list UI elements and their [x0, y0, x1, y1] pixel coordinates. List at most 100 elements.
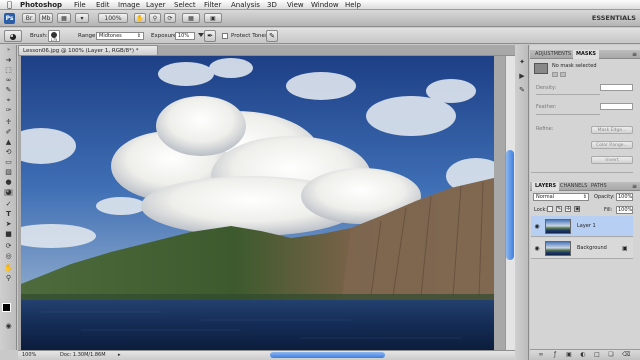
- screen-mode-button[interactable]: ▣: [204, 13, 222, 23]
- layer-row-layer-1[interactable]: ◉ Layer 1: [531, 216, 633, 237]
- tab-adjustments[interactable]: ADJUSTMENTS: [532, 50, 574, 59]
- opacity-input[interactable]: 100%: [616, 193, 633, 201]
- launch-bridge-button[interactable]: Br: [22, 13, 36, 23]
- zoom-tool-panel-icon[interactable]: ⚲: [4, 275, 13, 282]
- panel-menu-icon[interactable]: ≡: [632, 50, 637, 59]
- 3d-rotate-tool-icon[interactable]: ⟳: [4, 243, 13, 250]
- adjustment-layer-icon[interactable]: ◐: [580, 351, 586, 358]
- tab-layers[interactable]: LAYERS: [532, 182, 560, 191]
- pen-tool-icon[interactable]: ✓: [4, 201, 13, 208]
- brush-picker[interactable]: 175: [48, 30, 60, 42]
- blend-mode-select[interactable]: Normal ⇕: [533, 193, 589, 201]
- fill-input[interactable]: 100%: [616, 206, 633, 214]
- invert-button[interactable]: Invert: [591, 156, 633, 164]
- quick-mask-icon[interactable]: ◉: [4, 323, 13, 330]
- density-slider[interactable]: [536, 94, 600, 95]
- eraser-tool-icon[interactable]: ▭: [4, 159, 13, 166]
- blur-tool-icon[interactable]: ●: [4, 179, 13, 186]
- pixel-mask-icon[interactable]: [552, 72, 558, 77]
- lock-transparent-icon[interactable]: [547, 206, 553, 212]
- foreground-color-swatch[interactable]: [2, 303, 11, 312]
- visibility-eye-icon[interactable]: ◉: [533, 238, 541, 259]
- tab-masks[interactable]: MASKS: [573, 50, 599, 59]
- crop-tool-icon[interactable]: ⌖: [4, 97, 13, 104]
- type-tool-icon[interactable]: T: [4, 211, 13, 218]
- vector-mask-icon[interactable]: [560, 72, 566, 77]
- horizontal-scroll-thumb[interactable]: [270, 352, 385, 358]
- clone-stamp-tool-icon[interactable]: ▲: [4, 139, 13, 146]
- lock-position-icon[interactable]: ✛: [565, 206, 571, 212]
- protect-tones-checkbox[interactable]: [222, 33, 228, 39]
- eyedropper-tool-icon[interactable]: ✑: [4, 107, 13, 114]
- quick-selection-tool-icon[interactable]: ✎: [4, 87, 13, 94]
- feather-input[interactable]: [600, 103, 633, 110]
- feather-label: Feather:: [536, 104, 557, 110]
- dodge-tool-icon[interactable]: ◕: [4, 189, 13, 196]
- lock-image-icon[interactable]: ✎: [556, 206, 562, 212]
- rotate-view-icon[interactable]: ⟳: [164, 13, 176, 23]
- layers-panel-menu-icon[interactable]: ≡: [632, 182, 637, 191]
- lasso-tool-icon[interactable]: ∞: [4, 77, 13, 84]
- layer-row-background[interactable]: ◉ Background ▣: [531, 238, 633, 259]
- path-selection-tool-icon[interactable]: ➤: [4, 221, 13, 228]
- view-extras-button[interactable]: ▦: [57, 13, 71, 23]
- menu-app-name[interactable]: Photoshop: [20, 0, 62, 10]
- new-group-icon[interactable]: □: [594, 351, 600, 358]
- menu-window[interactable]: Window: [311, 0, 339, 10]
- brushes-panel-icon[interactable]: ✎: [518, 86, 526, 94]
- lock-all-icon[interactable]: ▣: [574, 206, 580, 212]
- zoom-tool-icon[interactable]: ⚲: [149, 13, 161, 23]
- menu-edit[interactable]: Edit: [96, 0, 110, 10]
- link-layers-icon[interactable]: ∞: [538, 351, 544, 358]
- add-mask-icon[interactable]: ▣: [566, 351, 572, 358]
- menu-select[interactable]: Select: [174, 0, 196, 10]
- status-menu-arrow-icon[interactable]: ▸: [118, 351, 121, 360]
- healing-brush-tool-icon[interactable]: ♰: [4, 119, 13, 126]
- move-tool-icon[interactable]: ➜: [4, 57, 13, 64]
- workspace-switcher[interactable]: ESSENTIALS: [592, 13, 636, 23]
- menu-help[interactable]: Help: [345, 0, 361, 10]
- mask-edge-button[interactable]: Mask Edge...: [591, 126, 633, 134]
- hand-tool-icon[interactable]: ✋: [134, 13, 146, 23]
- zoom-level-button[interactable]: ▾: [75, 13, 89, 23]
- airbrush-icon[interactable]: ✒: [204, 30, 216, 42]
- marquee-tool-icon[interactable]: ⬚: [4, 67, 13, 74]
- document-tab[interactable]: Lesson06.jpg @ 100% (Layer 1, RGB/8*) *: [18, 45, 158, 55]
- exposure-input[interactable]: 10%: [175, 32, 195, 40]
- gradient-tool-icon[interactable]: ▧: [4, 169, 13, 176]
- menu-layer[interactable]: Layer: [146, 0, 166, 10]
- zoom-level-select[interactable]: 100%: [98, 13, 128, 23]
- menu-file[interactable]: File: [74, 0, 86, 10]
- color-range-button[interactable]: Color Range...: [591, 141, 633, 149]
- menu-image[interactable]: Image: [118, 0, 140, 10]
- range-select[interactable]: Midtones ⇕: [96, 32, 144, 40]
- tab-channels[interactable]: CHANNELS: [557, 182, 590, 191]
- zoom-status[interactable]: 100%: [22, 351, 36, 360]
- history-panel-icon[interactable]: ✦: [518, 58, 526, 66]
- actions-panel-icon[interactable]: ▶: [518, 72, 526, 80]
- delete-layer-icon[interactable]: ⌫: [622, 351, 630, 358]
- shape-tool-icon[interactable]: ■: [4, 231, 13, 238]
- panel-collapse-icon[interactable]: »: [4, 47, 13, 54]
- launch-mini-bridge-button[interactable]: Mb: [39, 13, 53, 23]
- apple-menu-icon[interactable]: : [7, 0, 12, 10]
- menu-view[interactable]: View: [287, 0, 304, 10]
- history-brush-tool-icon[interactable]: ⟲: [4, 149, 13, 156]
- menu-filter[interactable]: Filter: [204, 0, 221, 10]
- feather-slider[interactable]: [536, 114, 600, 115]
- tablet-pressure-icon[interactable]: ✎: [266, 30, 278, 42]
- vertical-scroll-thumb[interactable]: [506, 150, 514, 260]
- menu-3d[interactable]: 3D: [267, 0, 277, 10]
- visibility-eye-icon[interactable]: ◉: [533, 216, 541, 237]
- new-layer-icon[interactable]: ❏: [608, 351, 614, 358]
- 3d-camera-tool-icon[interactable]: ◎: [4, 253, 13, 260]
- tab-paths[interactable]: PATHS: [588, 182, 610, 191]
- layer-style-icon[interactable]: ƒ: [552, 351, 558, 358]
- arrange-documents-button[interactable]: ▦: [182, 13, 200, 23]
- hand-tool-panel-icon[interactable]: ✋: [4, 265, 13, 272]
- density-input[interactable]: [600, 84, 633, 91]
- menu-analysis[interactable]: Analysis: [231, 0, 260, 10]
- brush-tool-icon[interactable]: ✐: [4, 129, 13, 136]
- dodge-tool-preset-icon[interactable]: ◕: [4, 30, 22, 42]
- image-canvas[interactable]: [21, 56, 494, 350]
